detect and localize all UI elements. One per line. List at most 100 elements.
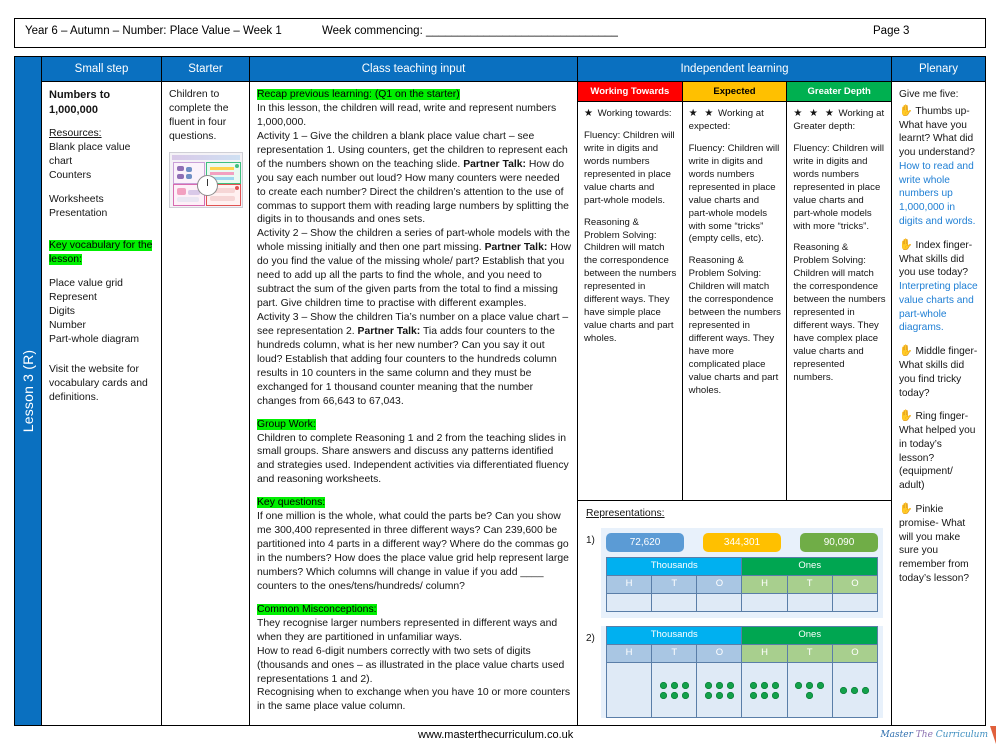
starter-text: Children to complete the fluent in four …	[169, 89, 229, 142]
hand-index-finger-icon: ✋	[899, 238, 913, 251]
column-header-small-step: Small step	[42, 57, 161, 82]
pv-counter-cell[interactable]	[605, 662, 653, 719]
sub-header-o: O	[831, 644, 879, 664]
band-expected: Expected ★ ★ Working at expected: Fluenc…	[681, 82, 787, 500]
vocabulary-item: Digits	[49, 306, 75, 318]
key-vocab-heading-block: Key vocabulary for the lesson:	[49, 239, 155, 267]
counter-group	[608, 687, 650, 693]
column-independent-learning: Independent learning Working Towards ★ W…	[577, 57, 891, 725]
counter-group	[653, 679, 695, 702]
representation-1-box: 72,620 344,301 90,090 Thousands Ones H T…	[601, 527, 883, 619]
pv-cell[interactable]	[786, 593, 833, 613]
pv-cell[interactable]	[605, 593, 653, 613]
counter-dot	[851, 686, 859, 694]
band-header-expected: Expected	[682, 82, 787, 102]
plenary-item-2: ✋ Index finger- What skills did you use …	[899, 238, 979, 335]
lesson-spine-label: Lesson 3 (R)	[20, 349, 36, 433]
teaching-misconceptions-section: Common Misconceptions: They recognise la…	[257, 603, 571, 715]
sub-header-o: O	[831, 575, 879, 595]
counter-dot	[817, 681, 825, 689]
band-lead-text-wt: Working towards:	[594, 108, 672, 119]
counter-dot	[715, 691, 723, 699]
pv-cell[interactable]	[696, 593, 743, 613]
counter-dot	[750, 691, 758, 699]
key-questions-text: If one million is the whole, what could …	[257, 511, 569, 592]
resources-heading: Resources:	[49, 128, 102, 140]
vocabulary-item: Place value grid	[49, 277, 123, 289]
starter-slide-thumbnail[interactable]	[169, 151, 243, 208]
band-body-expected: ★ ★ Working at expected: Fluency: Childr…	[683, 102, 787, 500]
group-work-text: Children to complete Reasoning 1 and 2 f…	[257, 432, 569, 486]
counter-dot	[795, 681, 803, 689]
number-chip: 72,620	[606, 532, 684, 553]
footer-url[interactable]: www.masterthecurriculum.co.uk	[418, 729, 573, 741]
hand-thumbs-up-icon: ✋	[899, 104, 913, 117]
pv-counter-cell[interactable]	[651, 662, 698, 719]
star-rating-icon: ★ ★ ★	[793, 108, 836, 119]
star-rating-icon: ★ ★	[688, 108, 716, 119]
counter-dot	[726, 681, 734, 689]
counter-group	[698, 679, 740, 702]
column-header-starter: Starter	[162, 57, 249, 82]
teaching-activity-1: Activity 1 – Give the children a blank p…	[257, 130, 571, 228]
sub-header-t: T	[786, 575, 833, 595]
vocabulary-item: Part-whole diagram	[49, 334, 140, 346]
pv-cell[interactable]	[741, 593, 788, 613]
plenary-body: Give me five: ✋ Thumbs up- What have you…	[892, 82, 985, 725]
resource-item: Presentation	[49, 208, 108, 220]
activity3-partner-talk: Partner Talk:	[357, 325, 421, 337]
pv-counter-cell[interactable]	[786, 662, 833, 719]
pv-cell[interactable]	[831, 593, 879, 613]
logo-word-master: Master	[880, 730, 913, 740]
representation-1: 1) 72,620 344,301 90,090 Thousands Ones	[586, 527, 883, 619]
counter-dot	[726, 691, 734, 699]
representation-2-number: 2)	[586, 633, 595, 645]
counter-group	[834, 684, 876, 697]
band-lead-gd: ★ ★ ★ Working at Greater depth:	[793, 107, 886, 134]
teaching-key-questions-section: Key questions: If one million is the who…	[257, 496, 571, 594]
column-header-independent-learning: Independent learning	[578, 57, 891, 82]
representation-2: 2) Thousands Ones H T O H T O	[586, 626, 883, 719]
year-term-title: Year 6 – Autumn – Number: Place Value – …	[25, 25, 282, 37]
counter-group	[743, 679, 785, 702]
pv-counter-cell[interactable]	[696, 662, 743, 719]
sub-header-t: T	[786, 644, 833, 664]
band-working-towards: Working Towards ★ Working towards: Fluen…	[578, 82, 682, 500]
counter-group	[789, 679, 831, 702]
independent-body: Working Towards ★ Working towards: Fluen…	[578, 82, 891, 725]
counter-dot	[670, 691, 678, 699]
counter-dot	[659, 691, 667, 699]
hand-pinkie-icon: ✋	[899, 502, 913, 515]
table-row: Thousands Ones	[605, 557, 878, 577]
star-rating-icon: ★	[584, 108, 595, 119]
lesson-spine: Lesson 3 (R)	[15, 57, 41, 725]
band-lead-ex: ★ ★ Working at expected:	[689, 107, 782, 134]
brand-logo: Master The Curriculum	[880, 730, 988, 740]
hand-middle-finger-icon: ✋	[899, 345, 913, 358]
group-header-ones: Ones	[741, 626, 878, 646]
pv-cell[interactable]	[651, 593, 698, 613]
teaching-intro: In this lesson, the children will read, …	[257, 102, 557, 128]
pv-counter-cell[interactable]	[741, 662, 788, 719]
band-header-greater-depth: Greater Depth	[787, 82, 891, 102]
plenary-item-5: ✋ Pinkie promise- What will you make sur…	[899, 502, 979, 586]
number-chip: 90,090	[800, 532, 878, 553]
week-commencing-field[interactable]: Week commencing: _______________________…	[322, 25, 618, 37]
band-fluency-wt: Fluency: Children will write in digits a…	[584, 129, 675, 206]
clock-icon	[197, 174, 218, 196]
pv-counter-cell[interactable]	[831, 662, 879, 719]
counter-dot	[772, 681, 780, 689]
key-vocabulary-heading: Key vocabulary for the lesson:	[49, 240, 153, 266]
column-header-class-teaching-input: Class teaching input	[250, 57, 577, 82]
band-reasoning-wt: Reasoning & Problem Solving: Children wi…	[584, 216, 677, 344]
band-reasoning-gd: Reasoning & Problem Solving: Children wi…	[793, 242, 886, 383]
counter-dot	[761, 681, 769, 689]
teaching-body: Recap previous learning: (Q1 on the star…	[250, 82, 577, 725]
counter-dot	[704, 691, 712, 699]
counter-dot	[772, 691, 780, 699]
sub-header-h: H	[605, 644, 653, 664]
band-body-working-towards: ★ Working towards: Fluency: Children wil…	[578, 102, 682, 500]
logo-word-curriculum: Curriculum	[935, 730, 988, 740]
plenary-intro: Give me five:	[899, 89, 959, 100]
vocabulary-item: Represent	[49, 292, 97, 304]
